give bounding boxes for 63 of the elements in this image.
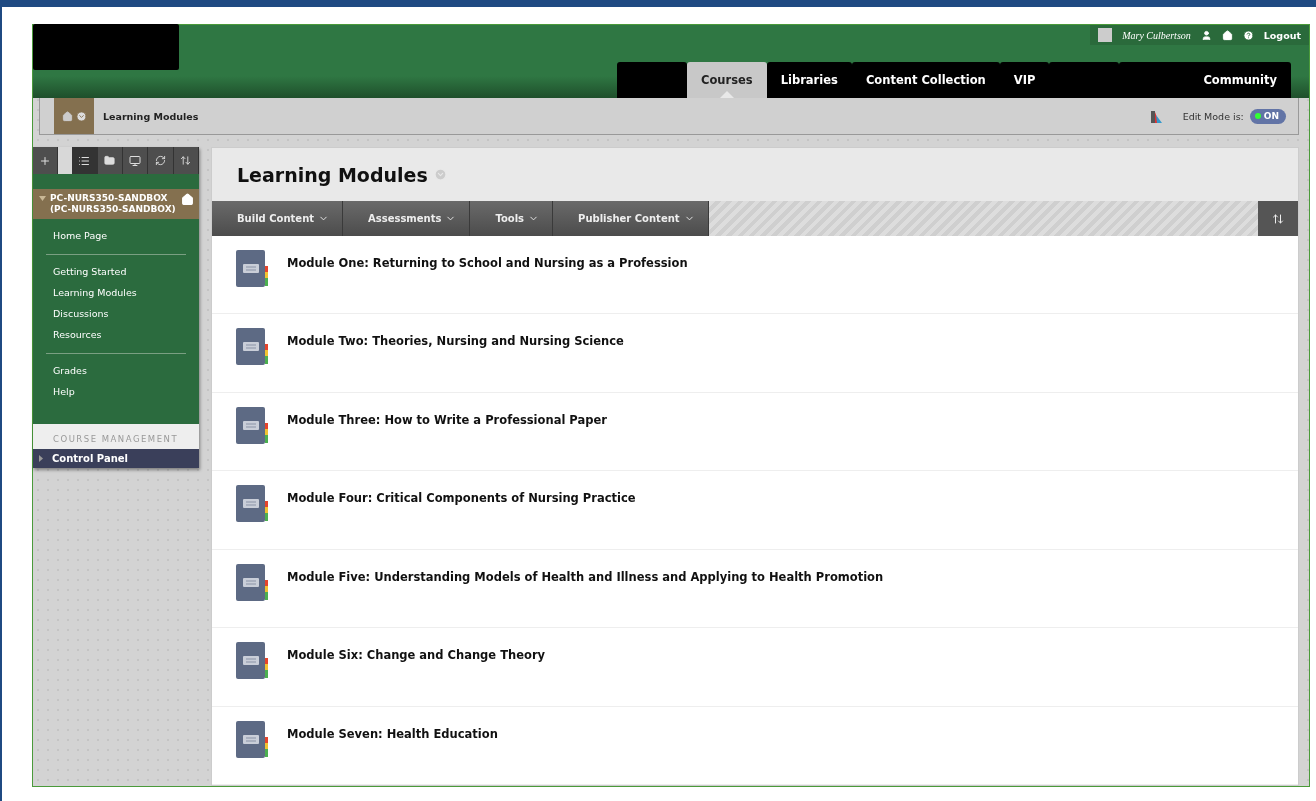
user-icon[interactable] [1200, 29, 1212, 41]
window-icon [129, 154, 142, 167]
user-name: Mary Culbertson [1122, 29, 1191, 41]
refresh-icon [154, 155, 166, 166]
menu-button[interactable]: Publisher Content [553, 201, 709, 236]
notebook-icon [236, 563, 269, 602]
module-link[interactable]: Module Three: How to Write a Professional Paper [287, 412, 607, 427]
menu-item[interactable]: Getting Started [46, 261, 186, 282]
module-link[interactable]: Module One: Returning to School and Nursing as a Profession [287, 256, 688, 270]
chevron-icon [75, 110, 87, 122]
module-link[interactable]: Module Four: Critical Components of Nursing Practice [287, 491, 636, 506]
menu-item[interactable]: Learning Modules [46, 282, 186, 303]
module-link[interactable]: Module Seven: Health Education [287, 726, 498, 741]
menu-button[interactable]: Tools [470, 201, 554, 236]
home-icon[interactable] [181, 193, 194, 206]
menu-button[interactable]: Assessments [343, 201, 471, 236]
control-panel-item[interactable]: Control Panel [33, 449, 199, 468]
menu-item[interactable]: Discussions [46, 303, 186, 324]
home-icon[interactable] [1221, 29, 1233, 41]
breadcrumb-text[interactable]: Learning Modules [103, 110, 1151, 122]
home-icon [61, 110, 73, 122]
nav-tab[interactable]: Content Collection [851, 62, 1000, 98]
course-title: PC-NURS350-SANDBOX (PC-NURS350-SANDBOX) [50, 193, 177, 215]
add-button[interactable] [33, 147, 59, 174]
module-link[interactable]: Module Five: Understanding Models of Health and Illness and Applying to Health Promotion [287, 569, 884, 584]
sort-icon [1272, 212, 1284, 225]
expand-icon [39, 455, 43, 462]
help-icon[interactable] [1242, 29, 1254, 41]
page-title: Learning Modules [237, 163, 428, 186]
logout-link[interactable]: Logout [1263, 29, 1301, 41]
notebook-icon [236, 485, 269, 524]
nav-tab[interactable]: Community [1119, 62, 1291, 98]
folder-button[interactable] [97, 147, 123, 174]
avatar-icon [1098, 28, 1113, 42]
sort-button[interactable] [173, 147, 199, 174]
notebook-icon [236, 328, 269, 367]
grip-handle[interactable] [58, 147, 73, 174]
plus-icon [39, 154, 52, 167]
edit-mode-label: Edit Mode is: [1182, 110, 1244, 122]
notebook-icon [236, 720, 269, 759]
section-heading: COURSE MANAGEMENT [52, 434, 180, 446]
window-button[interactable] [123, 147, 149, 174]
notebook-icon [236, 250, 269, 288]
menu-item[interactable]: Home Page [46, 225, 186, 246]
menu-item[interactable]: Help [46, 381, 186, 402]
nav-tab[interactable]: VIP [999, 62, 1050, 98]
nav-tab[interactable]: Courses [686, 62, 767, 98]
sort-icon [180, 155, 192, 166]
nav-tab[interactable]: Libraries [766, 62, 852, 98]
breadcrumb-home[interactable] [54, 98, 94, 134]
menu-button[interactable]: Build Content [212, 201, 344, 236]
module-link[interactable]: Module Six: Change and Change Theory [287, 648, 546, 663]
list-icon [78, 154, 91, 167]
notebook-icon [236, 406, 269, 445]
menu-item[interactable]: Grades [46, 360, 186, 381]
module-link[interactable]: Module Two: Theories, Nursing and Nursing Science [287, 334, 624, 349]
palette-icon[interactable] [1150, 109, 1163, 123]
list-view-button[interactable] [72, 147, 98, 174]
refresh-button[interactable] [148, 147, 174, 174]
edit-mode-toggle[interactable]: ON [1249, 108, 1286, 124]
menu-item[interactable]: Resources [46, 324, 186, 345]
folder-icon [104, 155, 116, 166]
notebook-icon [236, 642, 269, 681]
